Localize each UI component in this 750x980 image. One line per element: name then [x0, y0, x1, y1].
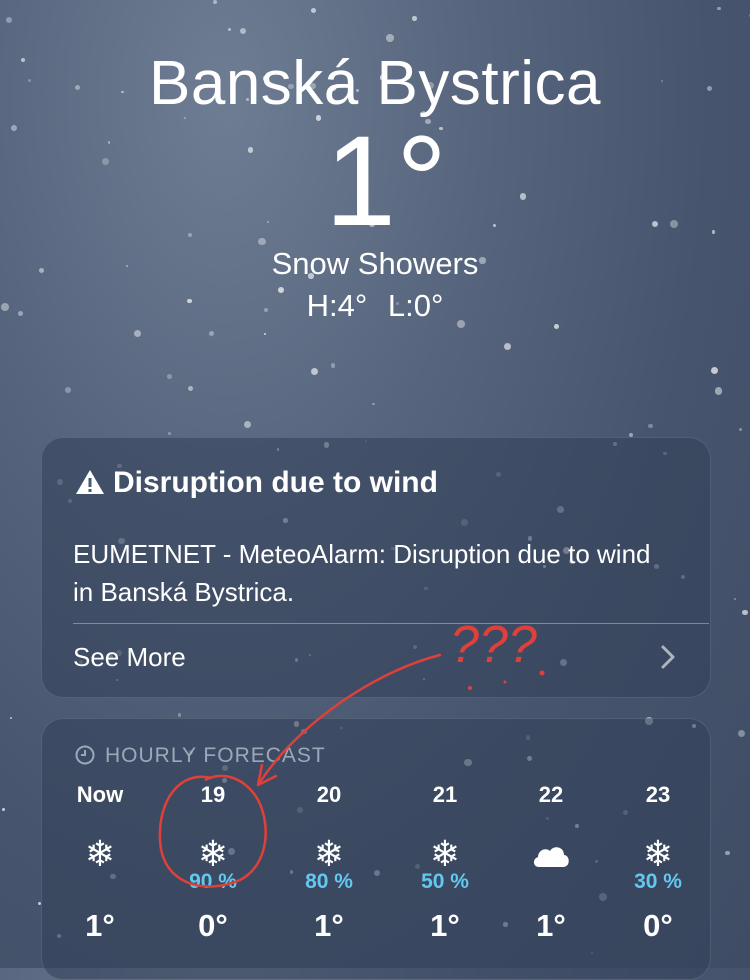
annotation-text: ???	[450, 616, 537, 674]
annotation-arrow	[256, 653, 442, 787]
annotation-circle	[158, 774, 267, 888]
red-annotation: ???	[158, 616, 545, 888]
